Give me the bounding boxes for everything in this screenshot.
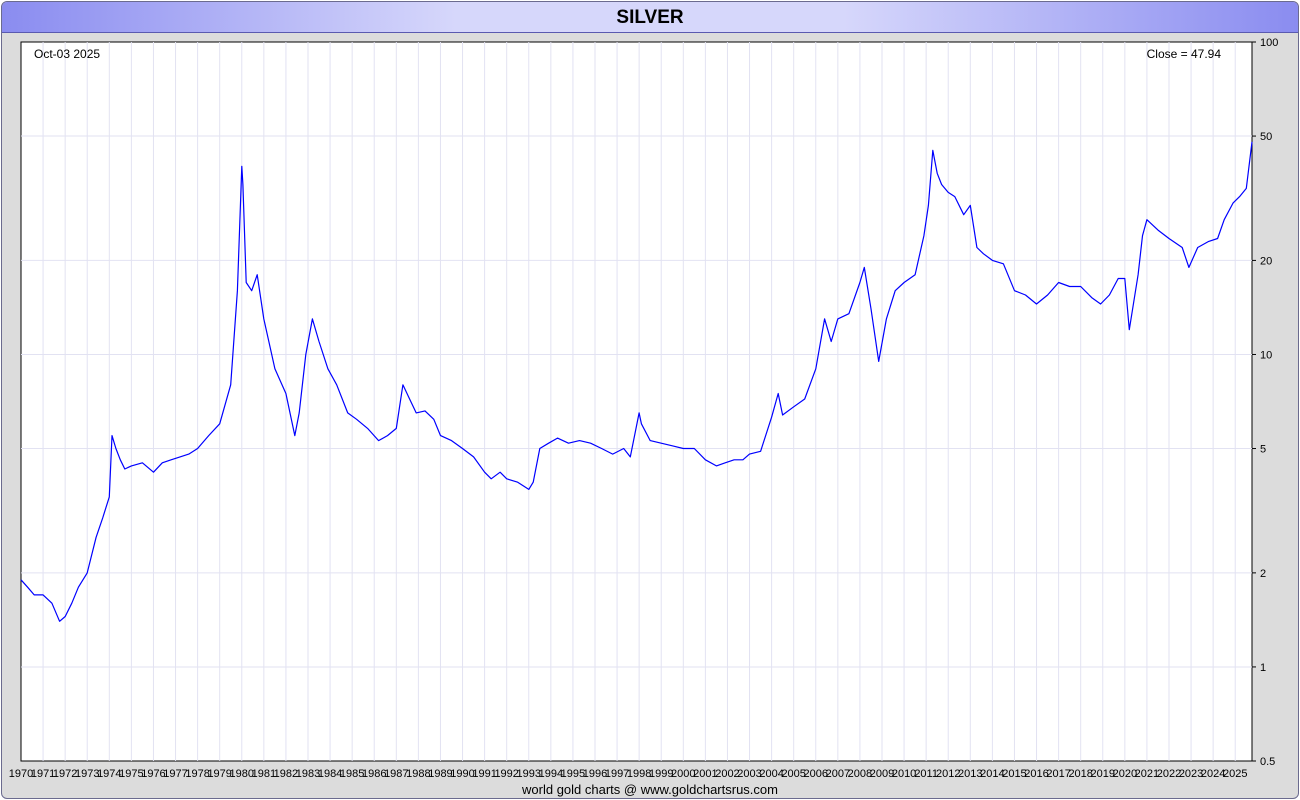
x-tick-label: 2017 [1046,768,1070,780]
footer-credit: world gold charts @ www.goldchartsrus.co… [522,782,778,797]
x-tick-label: 2022 [1157,768,1181,780]
x-tick-label: 1993 [517,768,541,780]
y-tick-label: 1 [1260,662,1266,674]
x-tick-label: 1989 [428,768,452,780]
y-tick-label: 10 [1260,349,1272,361]
x-tick-label: 2014 [980,768,1004,780]
x-tick-label: 1988 [406,768,430,780]
x-tick-label: 2012 [936,768,960,780]
x-tick-label: 1995 [561,768,585,780]
x-tick-label: 1979 [207,768,231,780]
x-tick-label: 2021 [1135,768,1159,780]
x-tick-label: 2013 [958,768,982,780]
x-tick-label: 2010 [892,768,916,780]
x-tick-label: 1981 [252,768,276,780]
x-tick-label: 1997 [605,768,629,780]
chart-window: SILVER 100 50 20 10 5 2 1 0.5 1970 1971 1972 1973 1… [1,1,1299,799]
plot-area [20,41,1253,762]
x-tick-label: 1999 [649,768,673,780]
x-tick-label: 1980 [230,768,254,780]
y-tick-label: 5 [1260,444,1266,456]
x-tick-label: 1983 [296,768,320,780]
y-tick-label: 20 [1260,255,1272,267]
x-tick-label: 1996 [583,768,607,780]
x-tick-label: 1987 [384,768,408,780]
x-tick-label: 1976 [141,768,165,780]
x-tick-label: 1970 [9,768,33,780]
x-tick-label: 1971 [31,768,55,780]
x-tick-label: 2003 [737,768,761,780]
x-tick-label: 1986 [362,768,386,780]
chart-canvas: 1005020105210.5 197019711972197319741975… [9,37,1279,780]
x-tick-label: 1991 [472,768,496,780]
x-tick-label: 1992 [494,768,518,780]
x-tick-label: 2000 [671,768,695,780]
x-tick-label: 2018 [1068,768,1092,780]
x-tick-label: 1973 [75,768,99,780]
x-tick-label: 2020 [1113,768,1137,780]
x-tick-label: 1975 [119,768,143,780]
x-tick-label: 1977 [163,768,187,780]
x-tick-label: 2011 [914,768,938,780]
x-tick-label: 1982 [274,768,298,780]
x-tick-label: 2001 [693,768,717,780]
x-tick-label: 2002 [715,768,739,780]
x-tick-label: 2004 [759,768,783,780]
x-tick-label: 2024 [1201,768,1225,780]
x-tick-label: 1972 [53,768,77,780]
x-tick-label: 1990 [450,768,474,780]
x-tick-label: 1978 [185,768,209,780]
x-tick-label: 1985 [340,768,364,780]
x-tick-label: 2008 [848,768,872,780]
x-tick-label: 2025 [1223,768,1247,780]
x-tick-label: 2015 [1002,768,1026,780]
x-tick-label: 1998 [627,768,651,780]
y-tick-label: 2 [1260,568,1266,580]
y-tick-label: 50 [1260,131,1272,143]
x-tick-label: 2016 [1024,768,1048,780]
x-tick-label: 1994 [539,768,563,780]
x-tick-label: 2009 [870,768,894,780]
x-tick-label: 2019 [1091,768,1115,780]
x-tick-label: 2006 [804,768,828,780]
x-tick-label: 2023 [1179,768,1203,780]
y-tick-label: 0.5 [1260,756,1275,768]
x-tick-label: 2007 [826,768,850,780]
y-axis: 100 50 20 10 5 2 1 0.5 [1252,37,1278,768]
close-label: Close = 47.94 [1147,47,1222,61]
y-tick-label: 100 [1260,37,1278,49]
x-tick-label: 1974 [97,768,121,780]
x-axis: 1970197119721973197419751976197719781979… [9,768,1248,780]
x-tick-label: 1984 [318,768,342,780]
date-label: Oct-03 2025 [34,47,100,61]
x-tick-label: 2005 [781,768,805,780]
